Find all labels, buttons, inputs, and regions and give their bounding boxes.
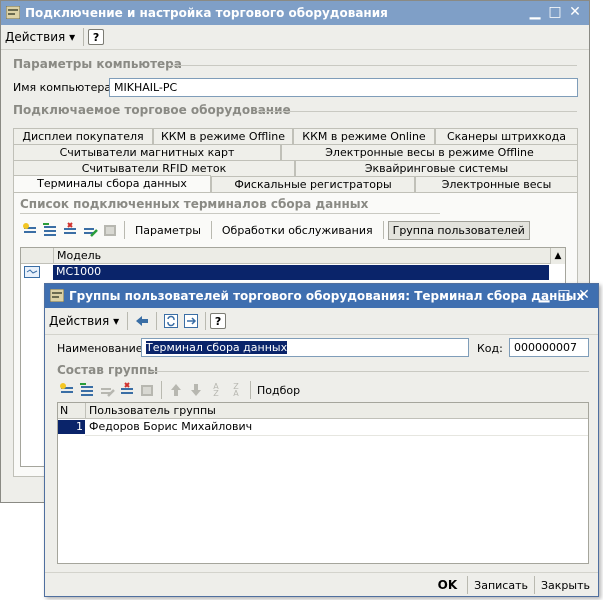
name-label: Наименование: [57,342,147,355]
delete-icon[interactable] [62,222,78,238]
window-app-icon [50,289,64,302]
edit-icon[interactable] [82,222,98,238]
maximize-icon[interactable]: □ [554,284,574,308]
name-field-value: Терминал сбора данных [146,341,288,354]
copy-icon[interactable] [42,222,58,238]
help-button[interactable]: ? [88,29,105,45]
table-row[interactable]: 1 Федоров Борис Михайлович [58,419,588,436]
toolbar-separator [210,221,212,239]
toolbar-separator [161,381,162,399]
dialog-footer: OK Записать Закрыть [45,572,598,597]
tab-barcode-scanners[interactable]: Сканеры штрихкода [435,128,578,144]
main-window-title: Подключение и настройка торгового оборуд… [25,6,388,20]
grid-column-model[interactable]: Модель [53,248,551,264]
parameters-button[interactable]: Параметры [129,224,207,237]
model-cell[interactable]: MC1000 [53,265,549,280]
name-field[interactable]: Терминал сбора данных [141,338,469,357]
actions-menu[interactable]: Действия ▾ [1,30,79,44]
close-button[interactable]: Закрыть [539,579,592,592]
user-group-dialog: Группы пользователей торгового оборудова… [44,283,599,597]
tab-kkm-offline[interactable]: ККМ в режиме Offline [153,128,293,144]
grid-icon-column [21,248,53,264]
dialog-toolbar: Действия ▾ ? [45,308,598,335]
grid-column-user[interactable]: Пользователь группы [85,403,588,419]
code-field[interactable]: 000000007 [509,338,589,357]
delete-icon[interactable] [119,382,135,398]
section-divider [171,65,577,66]
members-grid: N Пользователь группы 1 Федоров Борис Ми… [57,402,589,564]
tab-scales[interactable]: Электронные весы [415,176,578,192]
toolbar-separator [205,312,207,330]
close-icon[interactable]: ✕ [574,284,594,308]
tab-fiscal-registers[interactable]: Фискальные регистраторы [211,176,415,192]
ok-button[interactable]: OK [432,578,464,592]
select-button[interactable]: Подбор [255,384,302,397]
table-row[interactable]: MC1000 [21,265,551,280]
toolbar-separator [127,312,129,330]
computer-params-header: Параметры компьютера [13,57,182,71]
terminal-row-icon [24,266,40,281]
sort-desc-icon: ZA [233,382,239,398]
actions-menu[interactable]: Действия ▾ [45,314,123,328]
sort-asc-icon: AZ [213,382,219,398]
service-processing-button[interactable]: Обработки обслуживания [216,224,379,237]
chevron-down-icon: ▾ [69,30,76,44]
toolbar-separator [156,312,158,330]
members-toolbar: AZ ZA Подбор [57,378,586,402]
tab-rfid-readers[interactable]: Считыватели RFID меток [13,160,295,176]
window-app-icon [6,6,20,19]
maximize-icon[interactable]: □ [545,1,565,25]
terminal-toolbar: Параметры Обработки обслуживания Группа … [20,217,571,243]
actions-menu-label: Действия [49,314,110,328]
toolbar-separator [250,381,251,399]
main-toolbar: Действия ▾ ? [1,25,589,50]
disable-icon [102,222,118,238]
tab-scales-offline[interactable]: Электронные весы в режиме Offline [281,144,578,160]
disable-icon [139,382,155,398]
minimize-icon[interactable]: ▁ [525,1,545,25]
add-icon[interactable] [59,382,75,398]
scroll-up-icon[interactable]: ▲ [550,248,565,264]
computer-name-label: Имя компьютера: [13,81,115,94]
toolbar-separator [124,221,125,239]
add-icon[interactable] [22,222,38,238]
main-titlebar[interactable]: Подключение и настройка торгового оборуд… [1,1,589,25]
forward-icon[interactable] [183,313,199,329]
copy-icon[interactable] [79,382,95,398]
section-divider [20,213,440,214]
move-up-icon [168,382,184,398]
toolbar-separator [467,576,469,594]
group-members-header: Состав группы [57,363,159,377]
equipment-header: Подключаемое торговое оборудование [13,103,291,117]
toolbar-separator [534,576,535,594]
edit-icon [99,382,115,398]
chevron-down-icon: ▾ [113,314,120,328]
toolbar-separator [83,28,85,46]
dialog-title: Группы пользователей торгового оборудова… [69,289,585,303]
row-number-cell[interactable]: 1 [58,420,85,434]
move-down-icon [188,382,204,398]
actions-menu-label: Действия [5,30,66,44]
tab-magnetic-card-readers[interactable]: Считыватели магнитных карт [13,144,281,160]
close-icon[interactable]: ✕ [565,1,585,25]
grid-column-n[interactable]: N [58,403,85,419]
refresh-icon[interactable] [163,313,179,329]
terminal-list-header: Список подключенных терминалов сбора дан… [20,197,369,211]
computer-name-field[interactable]: MIKHAIL-PC [109,78,578,97]
user-cell[interactable]: Федоров Борис Михайлович [85,419,588,436]
tab-kkm-online[interactable]: ККМ в режиме Online [293,128,435,144]
toolbar-separator [382,221,384,239]
minimize-icon[interactable]: ▁ [534,284,554,308]
dialog-titlebar[interactable]: Группы пользователей торгового оборудова… [45,284,598,308]
save-button[interactable]: Записать [472,579,530,592]
section-divider [149,371,589,372]
tab-acquiring-systems[interactable]: Эквайринговые системы [295,160,578,176]
user-group-button[interactable]: Группа пользователей [387,220,530,240]
help-button[interactable]: ? [210,313,227,329]
code-label: Код: [477,342,503,355]
tab-data-terminals[interactable]: Терминалы сбора данных [13,175,211,193]
back-icon[interactable] [134,313,150,329]
tab-customer-displays[interactable]: Дисплеи покупателя [13,128,153,144]
section-divider [257,111,577,112]
